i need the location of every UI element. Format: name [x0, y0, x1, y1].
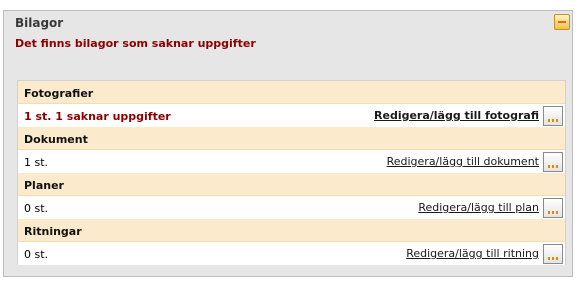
section-title: Planer	[24, 179, 64, 192]
edit-documents-link[interactable]: Redigera/lägg till dokument	[387, 155, 539, 168]
drawing-count: 0 st.	[24, 248, 49, 261]
panel-title: Bilagor	[15, 16, 64, 30]
section-row-documents: 1 st. Redigera/lägg till dokument	[18, 151, 565, 173]
section-header-photos: Fotografier	[18, 81, 565, 104]
photo-count: 1 st. 1 saknar uppgifter	[24, 110, 171, 123]
section-title: Dokument	[24, 133, 88, 146]
attachments-panel: Bilagor Det finns bilagor som saknar upp…	[3, 10, 573, 277]
plan-count: 0 st.	[24, 202, 49, 215]
section-header-plans: Planer	[18, 173, 565, 196]
section-row-photos: 1 st. 1 saknar uppgifter Redigera/lägg t…	[18, 105, 565, 127]
ellipsis-icon[interactable]	[543, 198, 563, 218]
attachments-table: Fotografier 1 st. 1 saknar uppgifter Red…	[17, 80, 566, 265]
collapse-icon[interactable]	[554, 14, 570, 30]
document-count: 1 st.	[24, 156, 49, 169]
ellipsis-icon[interactable]	[543, 244, 563, 264]
edit-drawings-link[interactable]: Redigera/lägg till ritning	[406, 247, 539, 260]
ellipsis-icon[interactable]	[543, 106, 563, 126]
section-title: Ritningar	[24, 225, 82, 238]
section-row-drawings: 0 st. Redigera/lägg till ritning	[18, 243, 565, 265]
section-header-drawings: Ritningar	[18, 219, 565, 242]
edit-photos-link[interactable]: Redigera/lägg till fotografi	[374, 109, 539, 122]
edit-plans-link[interactable]: Redigera/lägg till plan	[418, 201, 539, 214]
section-row-plans: 0 st. Redigera/lägg till plan	[18, 197, 565, 219]
section-header-documents: Dokument	[18, 127, 565, 150]
ellipsis-icon[interactable]	[543, 152, 563, 172]
missing-info-warning: Det finns bilagor som saknar uppgifter	[15, 37, 256, 50]
section-title: Fotografier	[24, 87, 94, 100]
